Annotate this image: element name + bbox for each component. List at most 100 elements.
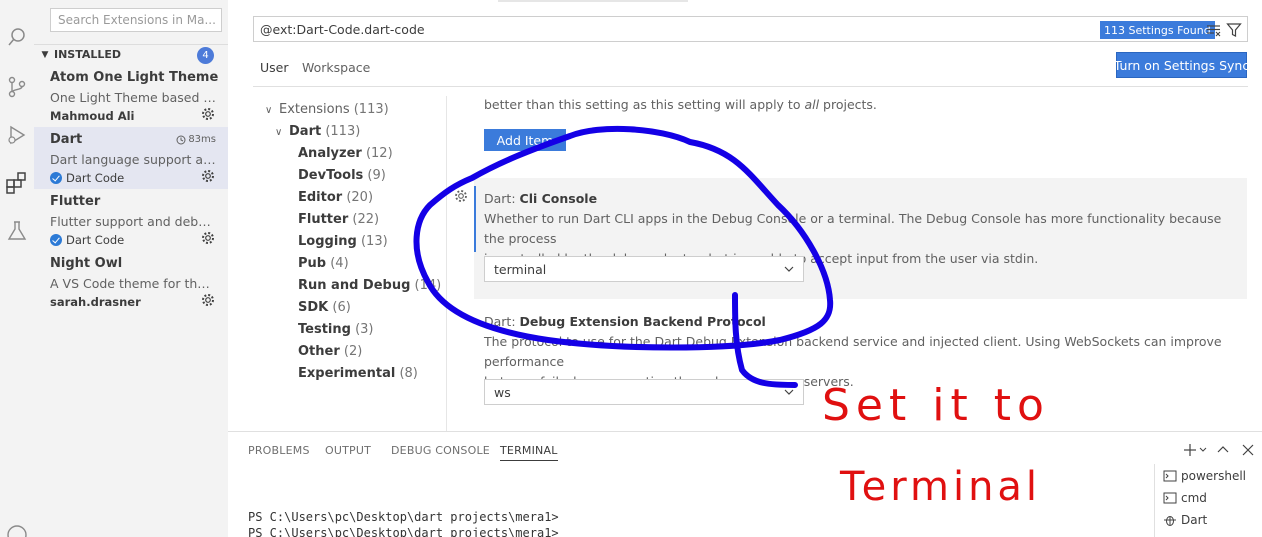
maximize-panel-icon[interactable]	[1215, 442, 1231, 458]
extension-name: Atom One Light Theme	[50, 70, 219, 85]
extension-author: Mahmoud Ali	[50, 109, 135, 123]
terminal-name: cmd	[1181, 491, 1207, 505]
toc-item-sdk[interactable]: SDK (6)	[298, 300, 351, 315]
manage-gear-icon[interactable]	[200, 106, 216, 122]
terminal-icon	[1163, 470, 1177, 482]
toc-label: Logging	[298, 234, 357, 249]
installed-section-title: INSTALLED	[54, 48, 122, 61]
chevron-down-icon	[784, 389, 794, 395]
tab-output[interactable]: OUTPUT	[325, 444, 371, 457]
toc-label: Experimental	[298, 366, 396, 381]
toc-item-other[interactable]: Other (2)	[298, 344, 362, 359]
extensions-search-input[interactable]: Search Extensions in Ma...	[50, 8, 222, 32]
backend-protocol-select[interactable]: ws	[484, 379, 804, 405]
terminal-tabs-list: powershell cmd Dart	[1154, 464, 1262, 537]
toc-count: (8)	[399, 366, 418, 381]
extension-item-atom-one-light[interactable]: Atom One Light Theme One Light Theme bas…	[34, 65, 228, 127]
settings-editor: @ext:Dart-Code.dart-code 113 Settings Fo…	[228, 0, 1262, 431]
manage-gear-icon[interactable]	[200, 230, 216, 246]
toc-label: Flutter	[298, 212, 349, 227]
toc-count: (13)	[360, 234, 388, 249]
extensions-sidebar: Search Extensions in Ma... ▼ INSTALLED 4…	[34, 0, 228, 537]
chevron-down-icon: ∨	[275, 127, 283, 138]
tab-workspace[interactable]: Workspace	[302, 60, 370, 75]
extension-item-flutter[interactable]: Flutter Flutter support and debug... Dar…	[34, 189, 228, 251]
terminal-output[interactable]: PS C:\Users\pc\Desktop\dart projects\mer…	[248, 509, 559, 537]
tab-user[interactable]: User	[260, 60, 289, 75]
chevron-down-icon: ∨	[265, 105, 273, 116]
clear-filter-icon[interactable]	[1206, 22, 1222, 38]
extension-description: One Light Theme based on...	[50, 90, 216, 105]
run-debug-icon[interactable]	[0, 120, 34, 150]
toc-item-pub[interactable]: Pub (4)	[298, 256, 349, 271]
chevron-down-icon	[784, 266, 794, 272]
tab-problems[interactable]: PROBLEMS	[248, 444, 310, 457]
activation-time: 83ms	[176, 134, 216, 145]
terminal-item-cmd[interactable]: cmd	[1163, 491, 1207, 505]
desc-emphasis: all	[804, 97, 820, 112]
settings-search-input[interactable]: @ext:Dart-Code.dart-code 113 Settings Fo…	[253, 16, 1248, 42]
extension-publisher: Dart Code	[50, 171, 124, 185]
toc-item-analyzer[interactable]: Analyzer (12)	[298, 146, 393, 161]
toc-count: (22)	[352, 212, 380, 227]
extension-description: Dart language support and...	[50, 152, 216, 167]
toc-item-experimental[interactable]: Experimental (8)	[298, 366, 418, 381]
installed-count-badge: 4	[197, 47, 214, 64]
source-control-icon[interactable]	[0, 72, 34, 102]
toc-label: Editor	[298, 190, 343, 205]
toc-item-devtools[interactable]: DevTools (9)	[298, 168, 386, 183]
new-terminal-plus-icon[interactable]	[1182, 442, 1198, 458]
toc-label: Dart	[289, 124, 322, 139]
testing-flask-icon[interactable]	[0, 216, 34, 246]
search-icon[interactable]	[0, 22, 34, 52]
toc-count: (12)	[365, 146, 393, 161]
terminal-name: powershell	[1181, 469, 1246, 483]
editor-tab-strip-edge	[498, 0, 688, 2]
verified-publisher-icon	[50, 172, 62, 184]
manage-gear-icon[interactable]	[200, 292, 216, 308]
account-icon[interactable]	[0, 520, 34, 537]
desc-line: Whether to run Dart CLI apps in the Debu…	[484, 211, 1222, 246]
toc-item-testing[interactable]: Testing (3)	[298, 322, 374, 337]
extension-item-dart[interactable]: Dart 83ms Dart language support and... D…	[34, 127, 228, 189]
debug-bug-icon	[1164, 516, 1176, 526]
setting-category: Dart:	[484, 191, 520, 206]
tab-debug-console[interactable]: DEBUG CONSOLE	[391, 444, 490, 457]
extension-name: Night Owl	[50, 256, 123, 271]
turn-on-settings-sync-button[interactable]: Turn on Settings Sync	[1114, 52, 1249, 78]
manage-gear-icon[interactable]	[200, 168, 216, 184]
toc-item-run-and-debug[interactable]: Run and Debug (14)	[298, 278, 441, 293]
cli-console-select[interactable]: terminal	[484, 256, 804, 282]
filter-icon[interactable]	[1226, 22, 1242, 38]
verified-publisher-icon	[50, 234, 62, 246]
setting-category: Dart:	[484, 314, 520, 329]
select-value: terminal	[494, 262, 547, 277]
settings-search-value: @ext:Dart-Code.dart-code	[260, 22, 425, 37]
extension-name: Dart	[50, 132, 83, 147]
installed-section-header[interactable]: ▼ INSTALLED 4	[34, 44, 228, 64]
toc-label: Testing	[298, 322, 351, 337]
extensions-icon[interactable]	[0, 167, 34, 197]
toc-item-flutter[interactable]: Flutter (22)	[298, 212, 379, 227]
toc-item-extensions[interactable]: ∨ Extensions (113)	[265, 102, 389, 117]
setting-name: Debug Extension Backend Protocol	[519, 314, 766, 329]
toc-count: (4)	[330, 256, 349, 271]
toc-item-editor[interactable]: Editor (20)	[298, 190, 373, 205]
terminal-item-powershell[interactable]: powershell	[1163, 469, 1246, 483]
toc-item-dart[interactable]: ∨ Dart (113)	[275, 124, 360, 139]
tab-terminal[interactable]: TERMINAL	[500, 444, 558, 461]
toc-label: Pub	[298, 256, 327, 271]
terminal-item-dart[interactable]: Dart	[1163, 513, 1207, 527]
close-panel-icon[interactable]	[1240, 442, 1256, 458]
toc-item-logging[interactable]: Logging (13)	[298, 234, 388, 249]
setting-gear-icon[interactable]	[453, 188, 469, 204]
extension-author: sarah.drasner	[50, 295, 141, 309]
cli-console-title: Dart: Cli Console	[484, 191, 597, 206]
desc-text: better than this setting as this setting…	[484, 97, 805, 112]
toc-label: Analyzer	[298, 146, 362, 161]
previous-setting-description: better than this setting as this setting…	[484, 97, 877, 112]
extension-item-night-owl[interactable]: Night Owl A VS Code theme for the ni... …	[34, 251, 228, 313]
add-item-button[interactable]: Add Item	[484, 129, 566, 151]
activity-bar	[0, 0, 34, 537]
chevron-down-icon[interactable]	[1198, 442, 1208, 458]
